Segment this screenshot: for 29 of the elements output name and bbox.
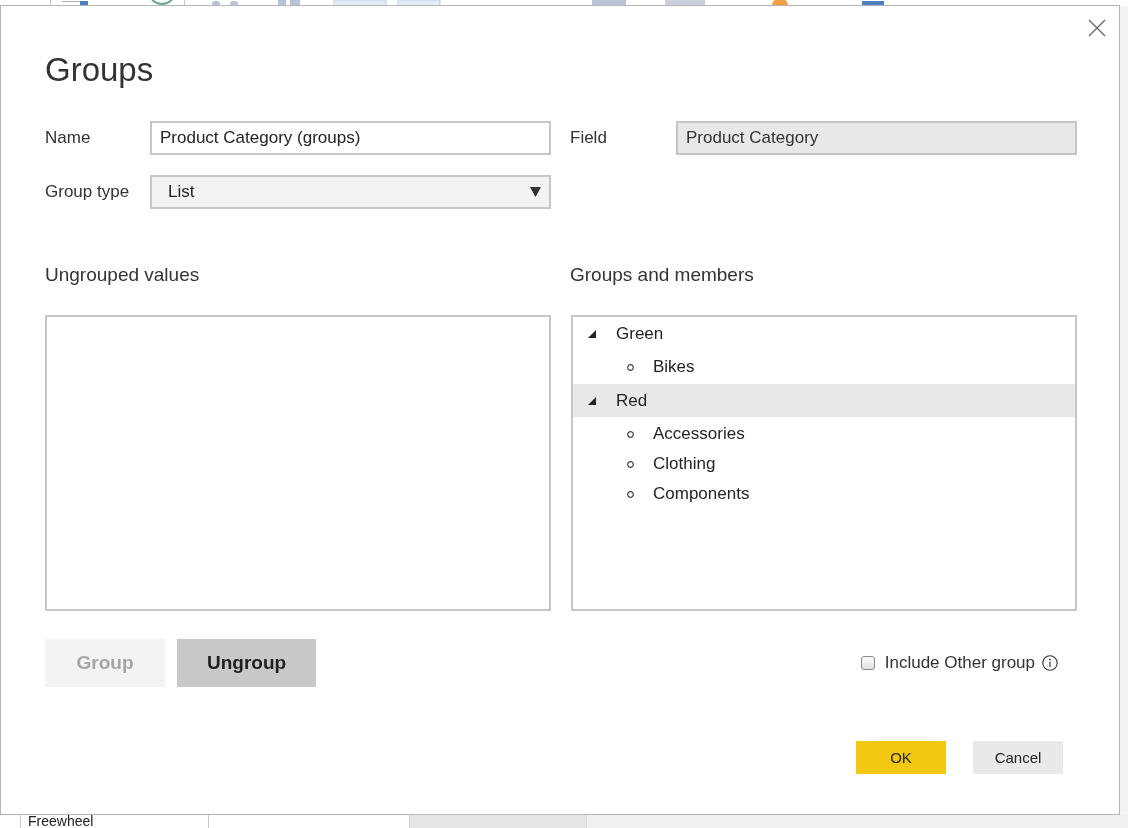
close-button[interactable]	[1086, 17, 1108, 39]
name-field[interactable]: Product Category (groups)	[150, 121, 551, 155]
group-type-dropdown[interactable]: List	[150, 175, 551, 209]
checkbox[interactable]	[860, 656, 875, 670]
bullet-icon	[627, 430, 634, 438]
cancel-button[interactable]: Cancel	[973, 741, 1063, 774]
tree-item[interactable]: Green	[573, 317, 1075, 350]
section-heading: Groups and members	[570, 263, 754, 287]
field-label: Field	[570, 128, 607, 148]
tree-item[interactable]: Bikes	[573, 352, 1075, 382]
close-icon	[1088, 19, 1106, 37]
ok-button[interactable]: OK	[856, 741, 946, 774]
bullet-icon	[627, 490, 634, 498]
table-cell: Freewheel	[20, 815, 209, 828]
info-icon[interactable]	[1042, 655, 1058, 671]
dialog-title: Groups	[45, 50, 154, 90]
group-type-label: Group type	[45, 182, 130, 202]
tree-item[interactable]: Accessories	[573, 419, 1075, 449]
section-heading: Ungrouped values	[45, 263, 200, 287]
tree-item[interactable]: Clothing	[573, 449, 1075, 479]
name-label: Name	[45, 128, 91, 148]
groups-tree[interactable]: Green Bikes Red Accessories Clothing Components	[571, 315, 1077, 611]
tree-item[interactable]: Components	[573, 479, 1075, 509]
group-action-button[interactable]: Ungroup	[177, 639, 317, 687]
bullet-icon	[627, 363, 634, 371]
checkbox-label[interactable]: Include Other group	[884, 653, 1035, 673]
caret-icon	[530, 187, 541, 197]
tree-item[interactable]: Red	[573, 384, 1075, 417]
bullet-icon	[627, 460, 634, 468]
